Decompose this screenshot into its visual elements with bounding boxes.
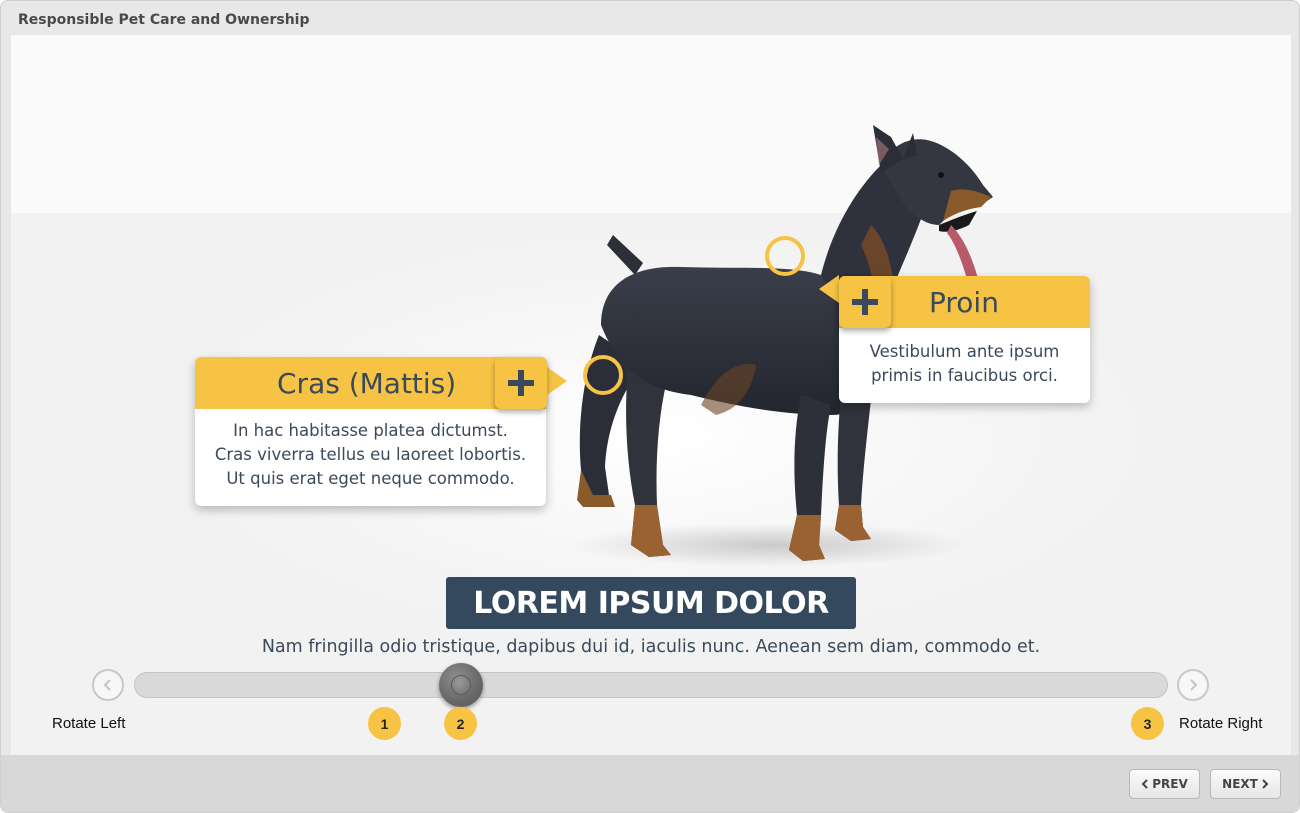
next-button-label: NEXT (1222, 777, 1258, 791)
app-window: Responsible Pet Care and Ownership Proin… (0, 0, 1300, 813)
callout-cras-plus-button[interactable] (495, 357, 547, 409)
slider-marker-2[interactable]: 2 (444, 707, 477, 740)
callout-cras-line-1: In hac habitasse platea dictumst. (233, 421, 508, 440)
rotation-slider-thumb[interactable] (439, 663, 483, 707)
slider-thumb-grip (451, 675, 471, 695)
prev-button-label: PREV (1152, 777, 1188, 791)
callout-cras-body: In hac habitasse platea dictumst. Cras v… (195, 409, 546, 491)
callout-proin-body: Vestibulum ante ipsum primis in faucibus… (839, 328, 1090, 388)
callout-proin-line-1: Vestibulum ante ipsum (869, 342, 1060, 361)
rotate-left-button[interactable] (92, 669, 124, 701)
footer-bar (1, 755, 1299, 812)
plus-icon (508, 370, 534, 396)
callout-cras-header: Cras (Mattis) (195, 357, 546, 409)
callout-proin-plus-button[interactable] (839, 276, 891, 328)
callout-cras-title: Cras (Mattis) (277, 366, 457, 400)
chevron-left-icon (1141, 779, 1148, 789)
rotation-slider-track[interactable] (134, 672, 1168, 698)
callout-proin-pointer (819, 275, 839, 303)
section-description: Nam fringilla odio tristique, dapibus du… (261, 637, 1041, 657)
callout-proin-line-2: primis in faucibus orci. (871, 366, 1058, 385)
prev-button[interactable]: PREV (1129, 769, 1200, 799)
hotspot-neck[interactable] (765, 236, 805, 276)
stage: Proin Vestibulum ante ipsum primis in fa… (11, 35, 1291, 755)
chevron-right-icon (1190, 679, 1198, 691)
next-button[interactable]: NEXT (1210, 769, 1281, 799)
callout-cras-line-2: Cras viverra tellus eu laoreet lobortis. (214, 445, 527, 464)
rotate-left-label: Rotate Left (52, 715, 126, 732)
hotspot-back-leg[interactable] (583, 355, 623, 395)
window-title: Responsible Pet Care and Ownership (18, 12, 310, 28)
plus-icon (852, 289, 878, 315)
chevron-left-icon (103, 679, 111, 691)
slider-marker-3[interactable]: 3 (1131, 707, 1164, 740)
callout-cras-line-3: Ut quis erat eget neque commodo. (226, 469, 515, 488)
rotate-right-label: Rotate Right (1179, 715, 1263, 732)
chevron-right-icon (1262, 779, 1269, 789)
slider-marker-1[interactable]: 1 (368, 707, 401, 740)
callout-proin-title: Proin (929, 285, 999, 319)
callout-cras-pointer (547, 367, 567, 395)
rotate-right-button[interactable] (1177, 669, 1209, 701)
section-headline: LOREM IPSUM DOLOR (446, 577, 856, 629)
callout-cras: Cras (Mattis) In hac habitasse platea di… (195, 357, 546, 506)
